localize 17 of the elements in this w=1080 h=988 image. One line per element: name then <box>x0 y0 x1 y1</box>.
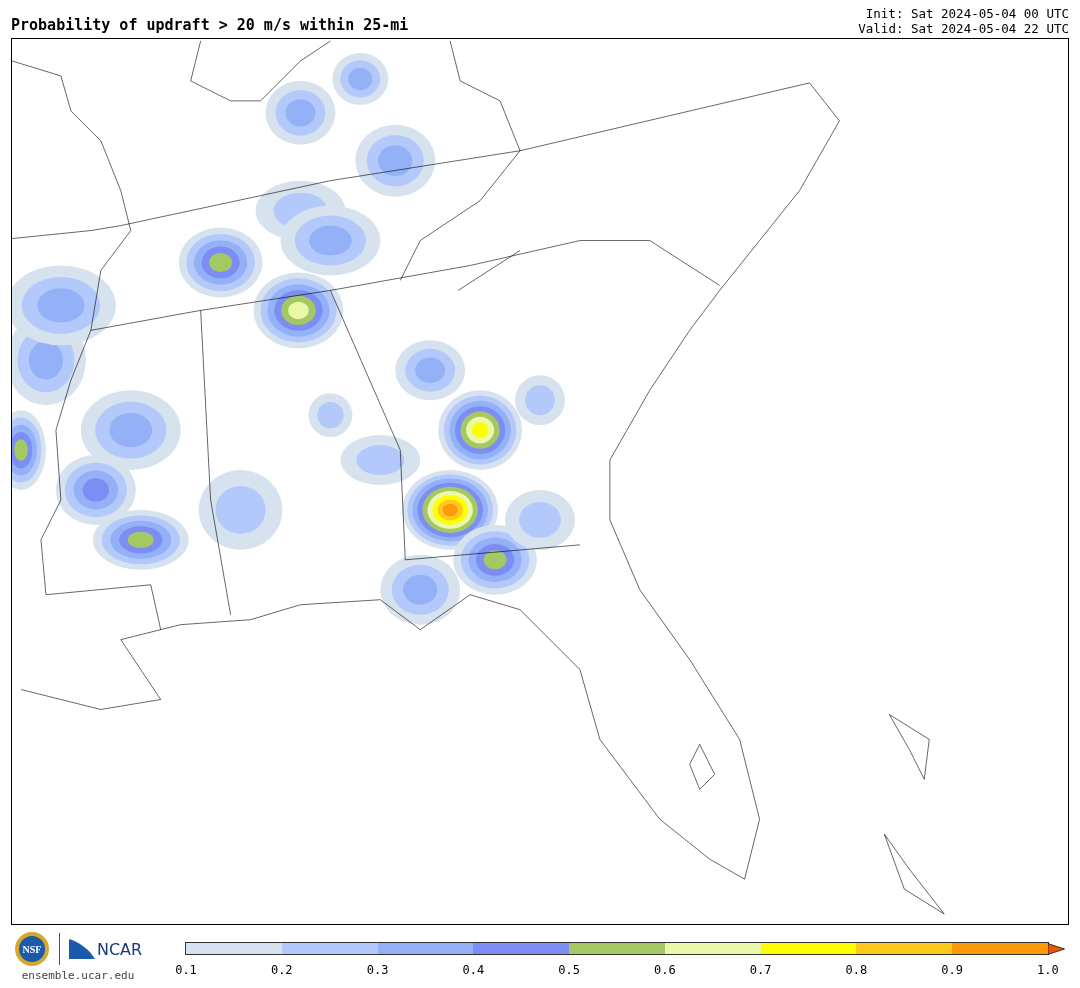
colorbar-tick-label: 0.3 <box>365 963 390 977</box>
chart-title: Probability of updraft > 20 m/s within 25-mi <box>11 16 409 36</box>
colorbar-tick-label: 0.1 <box>174 963 198 977</box>
colorbar-tick-label: 0.2 <box>269 963 294 977</box>
colorbar-tick-label: 1.0 <box>1036 963 1060 977</box>
colorbar-tick-label: 0.8 <box>844 963 869 977</box>
colorbar-tick-label: 0.7 <box>748 963 773 977</box>
colorbar-tick-label: 0.9 <box>940 963 964 977</box>
colorbar-tick-label: 0.4 <box>461 963 486 977</box>
colorbar-tick-label: 0.5 <box>557 963 581 977</box>
ncar-logo-text: NCAR <box>96 939 143 959</box>
valid-time: Valid: Sat 2024-05-04 22 UTC <box>858 21 1069 36</box>
init-time: Init: Sat 2024-05-04 00 UTC <box>864 6 1069 21</box>
nsf-logo-icon: NSF <box>13 931 50 967</box>
ncar-swoosh-icon <box>68 939 95 959</box>
colorbar-tick-label: 0.6 <box>653 963 677 977</box>
website-url: ensemble.ucar.edu <box>21 969 135 982</box>
